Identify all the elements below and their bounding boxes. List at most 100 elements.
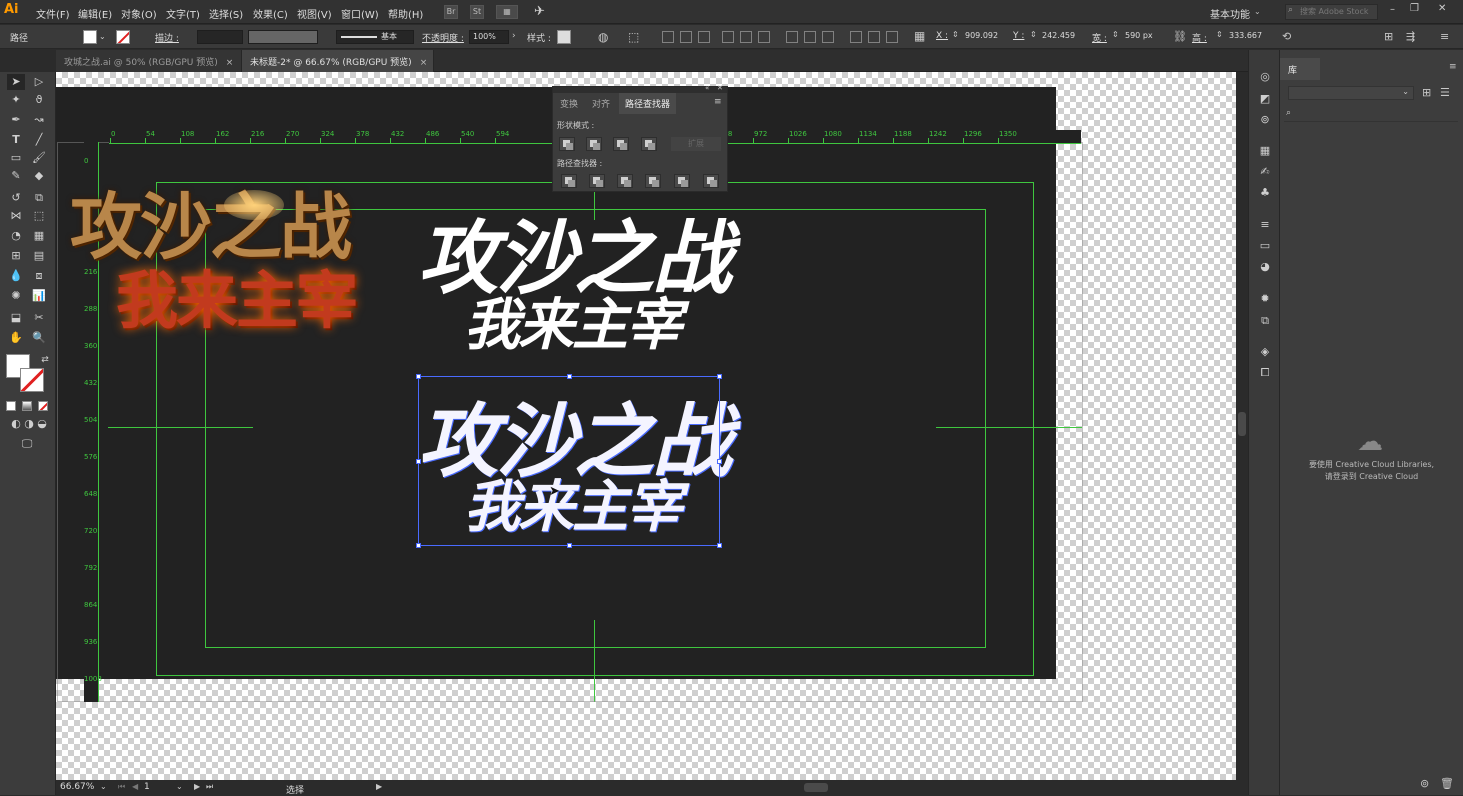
zoom-level[interactable]: 66.67% bbox=[60, 782, 94, 792]
brushes-icon[interactable]: ✍ bbox=[1258, 165, 1272, 179]
graphic-style-swatch[interactable] bbox=[557, 30, 571, 44]
align-right-icon[interactable] bbox=[698, 31, 710, 43]
arrange-documents-icon[interactable]: ▦ bbox=[496, 5, 518, 19]
type-tool-icon[interactable]: T bbox=[7, 132, 25, 148]
exclude-button[interactable] bbox=[641, 137, 657, 151]
layers-icon[interactable]: ◈ bbox=[1258, 345, 1272, 359]
close-window-icon[interactable]: ✕ bbox=[1438, 3, 1446, 14]
align-bottom-icon[interactable] bbox=[758, 31, 770, 43]
first-artboard-icon[interactable]: ⏮ bbox=[118, 782, 125, 792]
gradient-tool-icon[interactable]: ▤ bbox=[30, 248, 48, 264]
tab-document-1[interactable]: 攻城之战.ai @ 50% (RGB/GPU 预览) × bbox=[56, 50, 242, 72]
distribute-left-icon[interactable] bbox=[850, 31, 862, 43]
trim-button[interactable] bbox=[589, 174, 605, 188]
cloud-sync-icon[interactable]: ⊚ bbox=[1420, 777, 1429, 790]
close-tab-icon[interactable]: × bbox=[420, 58, 428, 68]
minimize-icon[interactable]: – bbox=[1390, 4, 1395, 15]
artboard-tool-icon[interactable]: ⬓ bbox=[7, 310, 25, 326]
divide-button[interactable] bbox=[561, 174, 577, 188]
scroll-thumb[interactable] bbox=[1238, 412, 1246, 436]
magic-wand-tool-icon[interactable]: ✦ bbox=[7, 92, 25, 108]
select-similar-icon[interactable]: ⬚ bbox=[628, 30, 639, 44]
minus-back-button[interactable] bbox=[703, 174, 719, 188]
stroke-swatch[interactable] bbox=[116, 30, 130, 44]
menu-file[interactable]: 文件(F) bbox=[36, 6, 70, 21]
selection-tool-icon[interactable]: ➤ bbox=[7, 74, 25, 90]
pen-tool-icon[interactable]: ✒ bbox=[7, 112, 25, 128]
resize-handle[interactable] bbox=[416, 459, 421, 464]
reference-point-icon[interactable]: ▦ bbox=[914, 29, 925, 43]
shape-builder-tool-icon[interactable]: ◔ bbox=[7, 228, 25, 244]
chevron-down-icon[interactable]: ⌄ bbox=[100, 782, 107, 791]
outline-button[interactable] bbox=[674, 174, 690, 188]
artboards-icon[interactable]: ⧠ bbox=[1258, 366, 1272, 380]
list-view-icon[interactable]: ☰ bbox=[1440, 86, 1450, 99]
prev-artboard-icon[interactable]: ◀ bbox=[132, 782, 138, 791]
merge-button[interactable] bbox=[617, 174, 633, 188]
gradient-mode-icon[interactable] bbox=[22, 401, 32, 411]
scale-tool-icon[interactable]: ⧉ bbox=[30, 190, 48, 206]
y-field[interactable]: 242.459 bbox=[1039, 30, 1083, 44]
current-tool-status[interactable]: 选择 bbox=[286, 783, 304, 796]
close-panel-icon[interactable]: ✕ bbox=[717, 84, 723, 92]
line-tool-icon[interactable]: ╱ bbox=[30, 132, 48, 148]
trash-icon[interactable]: 🗑 bbox=[1440, 777, 1454, 790]
expand-button[interactable]: 扩展 bbox=[671, 137, 721, 151]
tab-align[interactable]: 对齐 bbox=[592, 97, 610, 110]
y-label[interactable]: Y : bbox=[1013, 31, 1024, 41]
chevron-down-icon[interactable]: ⌄ bbox=[176, 782, 183, 791]
zoom-tool-icon[interactable]: 🔍 bbox=[30, 330, 48, 346]
resize-handle[interactable] bbox=[717, 374, 722, 379]
align-top-icon[interactable] bbox=[722, 31, 734, 43]
opacity-label[interactable]: 不透明度 : bbox=[422, 31, 464, 44]
tab-transform[interactable]: 变换 bbox=[560, 97, 578, 110]
workspace-switcher[interactable]: 基本功能 bbox=[1210, 6, 1250, 21]
resize-handle[interactable] bbox=[717, 459, 722, 464]
draw-inside-icon[interactable]: ◒ bbox=[33, 416, 51, 432]
resize-handle[interactable] bbox=[416, 543, 421, 548]
isolate-icon[interactable]: ⊞ bbox=[1384, 30, 1393, 43]
menu-window[interactable]: 窗口(W) bbox=[341, 6, 379, 21]
distribute-middle-icon[interactable] bbox=[804, 31, 816, 43]
resize-handle[interactable] bbox=[416, 374, 421, 379]
menu-help[interactable]: 帮助(H) bbox=[388, 6, 423, 21]
distribute-right-icon[interactable] bbox=[886, 31, 898, 43]
stock-button[interactable]: St bbox=[470, 5, 484, 19]
align-center-icon[interactable] bbox=[680, 31, 692, 43]
align-middle-icon[interactable] bbox=[740, 31, 752, 43]
resize-handle[interactable] bbox=[567, 374, 572, 379]
mesh-tool-icon[interactable]: ⊞ bbox=[7, 248, 25, 264]
next-artboard-icon[interactable]: ▶ bbox=[194, 782, 200, 791]
perspective-grid-tool-icon[interactable]: ▦ bbox=[30, 228, 48, 244]
width-label[interactable]: 宽 : bbox=[1092, 31, 1107, 44]
last-artboard-icon[interactable]: ⏭ bbox=[206, 782, 213, 792]
width-field[interactable]: 590 px bbox=[1122, 30, 1168, 44]
align-left-icon[interactable] bbox=[662, 31, 674, 43]
symbols-icon[interactable]: ♣ bbox=[1258, 186, 1272, 200]
recolor-artwork-icon[interactable]: ◍ bbox=[598, 30, 608, 44]
tab-pathfinder[interactable]: 路径查找器 bbox=[619, 93, 677, 114]
bridge-button[interactable]: Br bbox=[444, 5, 458, 19]
rectangle-tool-icon[interactable]: ▭ bbox=[7, 150, 25, 166]
color-guide-icon[interactable]: ◎ bbox=[1258, 70, 1272, 84]
resize-handle[interactable] bbox=[567, 543, 572, 548]
chevron-down-icon[interactable]: ⌄ bbox=[99, 32, 106, 41]
vertical-scrollbar[interactable] bbox=[1236, 72, 1248, 780]
unite-button[interactable] bbox=[559, 137, 575, 151]
gpu-performance-icon[interactable]: ✈ bbox=[534, 4, 545, 19]
swap-colors-icon[interactable]: ⇄ bbox=[36, 352, 54, 368]
scroll-thumb[interactable] bbox=[804, 783, 828, 792]
stroke-label[interactable]: 描边 : bbox=[155, 31, 179, 44]
slice-tool-icon[interactable]: ✂ bbox=[30, 310, 48, 326]
menu-edit[interactable]: 编辑(E) bbox=[78, 6, 112, 21]
variable-width-profile[interactable] bbox=[248, 30, 318, 44]
hand-tool-icon[interactable]: ✋ bbox=[7, 330, 25, 346]
chevron-down-icon[interactable]: ⌄ bbox=[1254, 7, 1261, 16]
menu-view[interactable]: 视图(V) bbox=[297, 6, 332, 21]
chevron-down-icon[interactable]: ⌄ bbox=[1402, 87, 1409, 96]
x-field[interactable]: 909.092 bbox=[962, 30, 1002, 44]
screen-mode-icon[interactable]: 🖵 bbox=[18, 436, 36, 452]
libraries-tab[interactable]: 库 bbox=[1280, 58, 1320, 80]
library-search-input[interactable]: ⌕ bbox=[1284, 108, 1458, 122]
artwork-logo-white-line2[interactable]: 我来主宰 bbox=[464, 280, 682, 361]
